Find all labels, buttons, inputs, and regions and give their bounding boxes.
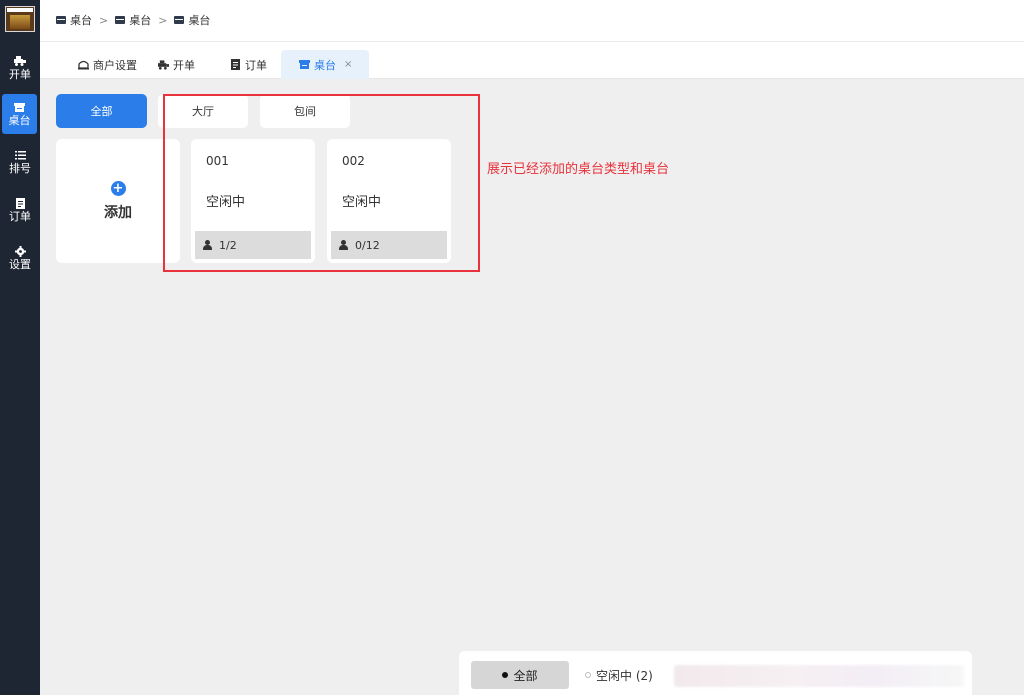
- car-icon: [158, 59, 169, 70]
- breadcrumb-separator: >: [158, 13, 168, 27]
- tab-tables[interactable]: 桌台 ×: [281, 50, 369, 79]
- sidebar: 开单 桌台 排号 订单 设置: [0, 0, 40, 695]
- sidebar-item-settings[interactable]: 设置: [0, 238, 40, 278]
- sidebar-item-queue[interactable]: 排号: [0, 142, 40, 182]
- breadcrumb: 桌台 > 桌台 > 桌台: [56, 12, 210, 28]
- breadcrumb-item[interactable]: 桌台: [115, 12, 151, 28]
- app-logo: [5, 6, 35, 32]
- order-icon: [230, 59, 241, 70]
- add-label: 添加: [104, 204, 132, 221]
- sidebar-item-label: 设置: [9, 257, 31, 271]
- dot-icon: [502, 672, 509, 678]
- sidebar-item-label: 开单: [9, 67, 31, 81]
- status-filter-bar: 全部 空闲中 (2): [459, 651, 972, 695]
- tab-bar: 商户设置 开单 订单 桌台 ×: [40, 42, 1024, 79]
- sidebar-item-label: 订单: [9, 209, 31, 223]
- sidebar-item-open-order[interactable]: 开单: [0, 48, 40, 88]
- add-table-button[interactable]: + 添加: [56, 139, 180, 263]
- list-icon: [14, 150, 26, 161]
- filter-all-button[interactable]: 全部: [471, 661, 569, 689]
- table-icon: [299, 60, 310, 70]
- tab-orders[interactable]: 订单: [220, 50, 277, 79]
- table-icon: [14, 102, 26, 113]
- breadcrumb-item[interactable]: 桌台: [56, 12, 92, 28]
- category-all-button[interactable]: 全部: [56, 94, 147, 128]
- tab-merchant-settings[interactable]: 商户设置: [68, 50, 147, 79]
- sidebar-item-label: 排号: [9, 161, 31, 175]
- sidebar-item-tables[interactable]: 桌台: [2, 94, 37, 134]
- close-icon[interactable]: ×: [344, 59, 352, 70]
- sidebar-item-label: 桌台: [8, 113, 31, 127]
- annotation-text: 展示已经添加的桌台类型和桌台: [487, 162, 670, 177]
- table-icon: [174, 16, 185, 24]
- filter-idle-button[interactable]: 空闲中 (2): [585, 661, 653, 689]
- dot-outline-icon: [585, 672, 591, 678]
- car-icon: [14, 56, 26, 67]
- breadcrumb-separator: >: [99, 13, 109, 27]
- blurred-region: [674, 665, 964, 687]
- gear-icon: [14, 245, 26, 257]
- annotation-box: [163, 94, 480, 272]
- tab-open-order[interactable]: 开单: [148, 50, 205, 79]
- shop-icon: [78, 60, 89, 70]
- table-icon: [115, 16, 126, 24]
- breadcrumb-item[interactable]: 桌台: [174, 12, 210, 28]
- sidebar-item-orders[interactable]: 订单: [0, 190, 40, 230]
- header: 桌台 > 桌台 > 桌台: [40, 0, 1024, 42]
- order-icon: [14, 197, 26, 209]
- table-icon: [56, 16, 66, 24]
- plus-icon: +: [110, 180, 126, 196]
